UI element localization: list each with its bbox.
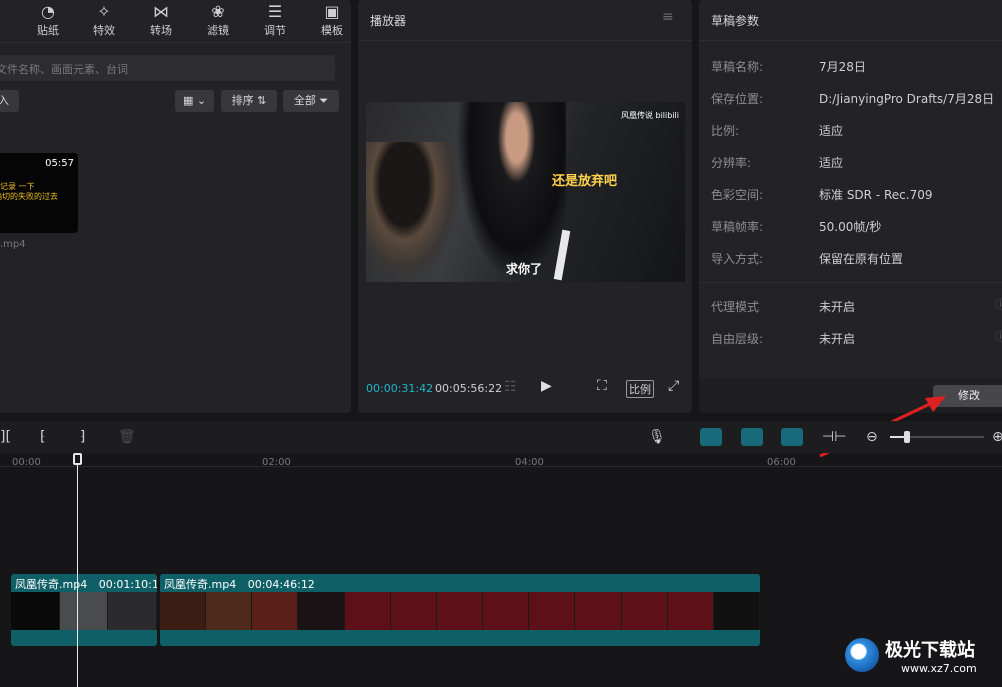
- video-clip[interactable]: 凤凰传奇.mp4 00:01:10:10: [11, 574, 157, 646]
- clip-duration: 00:01:10:10: [98, 578, 157, 591]
- zoom-slider-handle[interactable]: [904, 431, 910, 443]
- playhead[interactable]: [77, 456, 78, 687]
- split-icon[interactable]: ][: [0, 429, 11, 445]
- clip-frames: [11, 592, 157, 630]
- zoom-in-icon[interactable]: ⊕: [992, 429, 1002, 445]
- timeline-toolbar: ][ ⁅ ⁆ 🗑 🎙 ⊖ ⊕ ⊣⊢: [0, 421, 1002, 453]
- main-track-magnet-icon[interactable]: [700, 428, 722, 446]
- auto-snap-icon[interactable]: [741, 428, 763, 446]
- video-clip[interactable]: 凤凰传奇.mp4 00:04:46:12: [160, 574, 760, 646]
- site-logo-icon: [845, 638, 879, 672]
- site-watermark: 极光下载站 www.xz7.com: [845, 636, 995, 682]
- ruler-label: 00:00: [12, 457, 41, 468]
- site-url: www.xz7.com: [901, 662, 977, 675]
- zoom-out-icon[interactable]: ⊖: [866, 429, 878, 445]
- playhead-handle[interactable]: [73, 453, 82, 465]
- delete-icon[interactable]: 🗑: [118, 429, 136, 445]
- ruler-label: 04:00: [515, 457, 544, 468]
- ruler-label: 06:00: [767, 457, 796, 468]
- zoom-slider[interactable]: [890, 431, 984, 443]
- clip-name: 凤凰传奇.mp4: [164, 578, 237, 591]
- linkage-icon[interactable]: [781, 428, 803, 446]
- clip-frames: [160, 592, 760, 630]
- site-name: 极光下载站: [885, 640, 975, 661]
- trim-left-icon[interactable]: ⁅: [40, 429, 45, 445]
- timeline-ruler[interactable]: [0, 453, 1002, 467]
- ruler-label: 02:00: [262, 457, 291, 468]
- clip-duration: 00:04:46:12: [247, 578, 315, 591]
- microphone-icon[interactable]: 🎙: [648, 429, 666, 445]
- link-icon[interactable]: ⊣⊢: [822, 429, 846, 445]
- trim-right-icon[interactable]: ⁆: [80, 429, 85, 445]
